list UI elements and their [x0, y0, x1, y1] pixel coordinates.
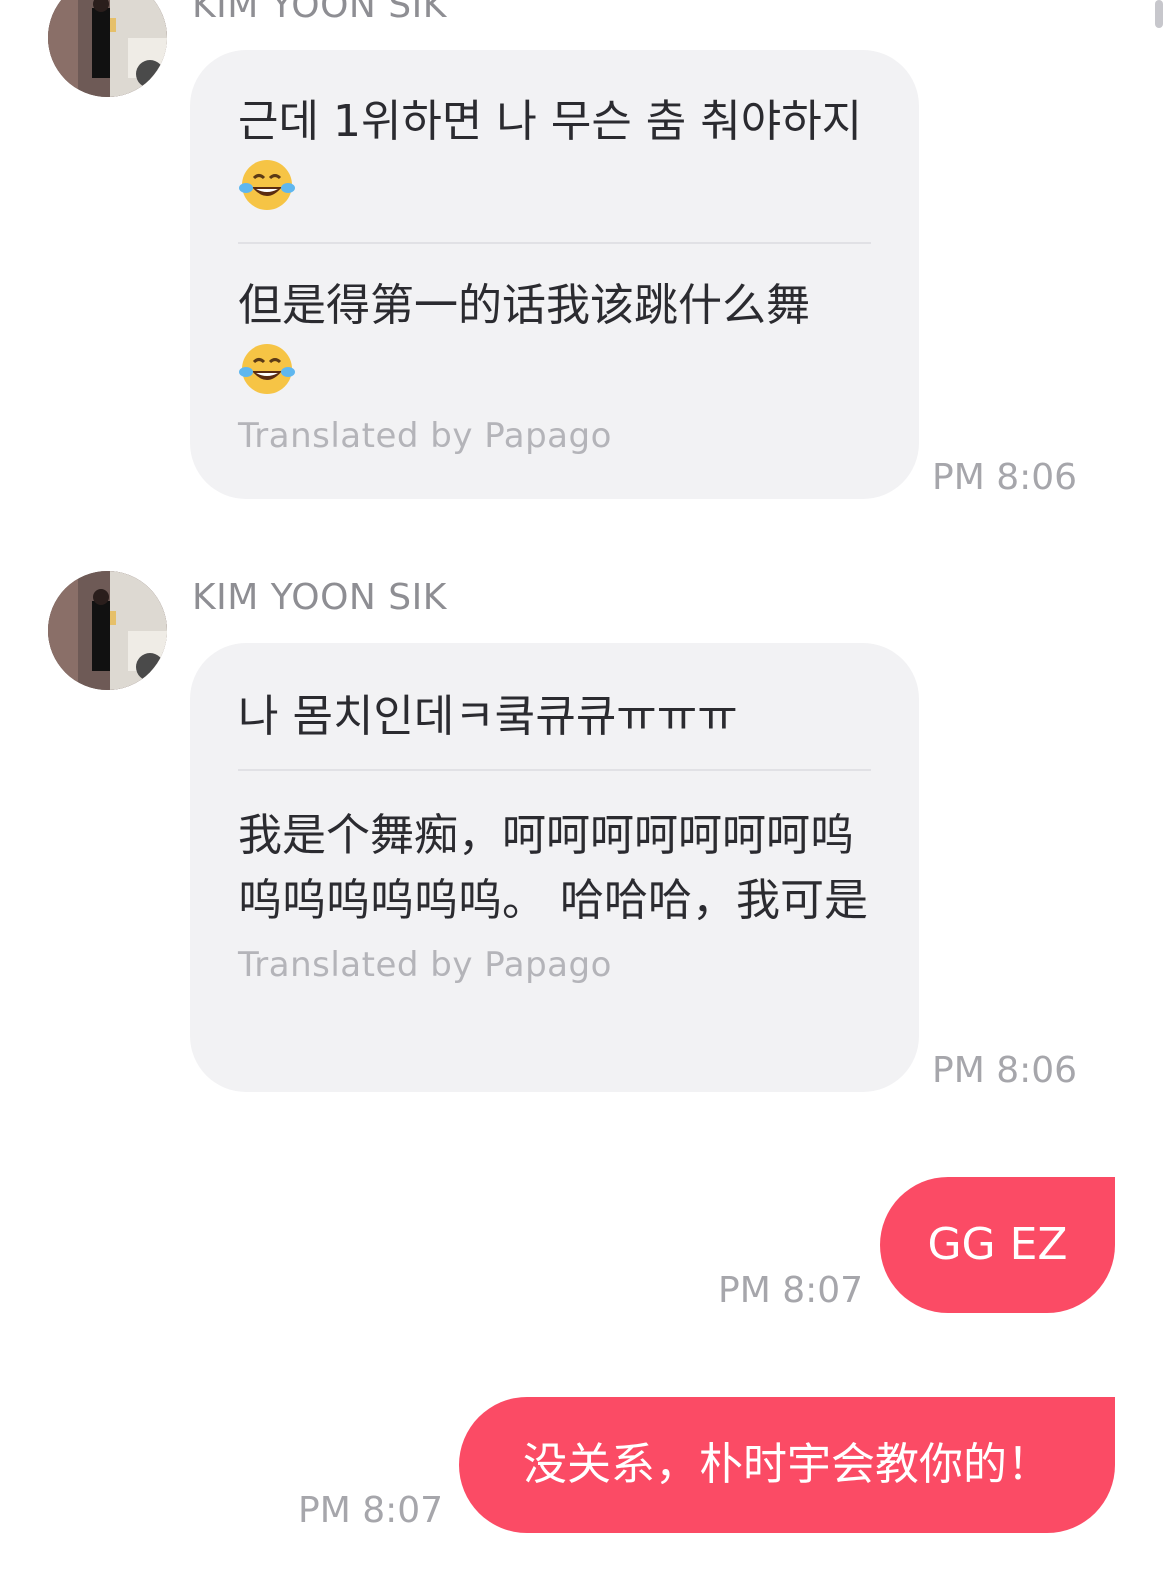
original-message: 근데 1위하면 나 무슨 춤 춰야하지	[238, 50, 871, 242]
translated-by-label: Translated by Papago	[238, 416, 612, 456]
translated-by-label: Translated by Papago	[238, 945, 612, 985]
sender-avatar[interactable]	[48, 0, 167, 97]
message-timestamp: PM 8:06	[932, 1050, 1078, 1091]
message-bubble-outgoing[interactable]: GG EZ	[880, 1177, 1115, 1313]
face-with-tears-of-joy-icon	[239, 344, 295, 394]
original-text: 나 몸치인데ㅋ쿸큐큐ㅠㅠㅠ	[238, 691, 738, 742]
face-with-tears-of-joy-icon	[239, 160, 295, 210]
original-text: 근데 1위하면 나 무슨 춤 춰야하지	[238, 96, 863, 147]
sender-name: KIM YOON SIK	[192, 577, 447, 618]
scrollbar[interactable]	[1155, 0, 1163, 28]
original-message: 나 몸치인데ㅋ쿸큐큐ㅠㅠㅠ	[238, 643, 871, 769]
message-timestamp: PM 8:07	[718, 1270, 864, 1311]
translated-text: 我是个舞痴，呵呵呵呵呵呵呵呜呜呜呜呜呜呜。 哈哈哈，我可是	[238, 810, 868, 926]
message-timestamp: PM 8:06	[932, 457, 1078, 498]
translated-message: 但是得第一的话我该跳什么舞	[238, 244, 871, 404]
message-bubble-incoming[interactable]: 나 몸치인데ㅋ쿸큐큐ㅠㅠㅠ 我是个舞痴，呵呵呵呵呵呵呵呜呜呜呜呜呜呜。 哈哈哈，…	[190, 643, 919, 1092]
sender-avatar[interactable]	[48, 571, 167, 690]
outgoing-text: GG EZ	[927, 1219, 1068, 1270]
translated-message: 我是个舞痴，呵呵呵呵呵呵呵呜呜呜呜呜呜呜。 哈哈哈，我可是	[238, 771, 871, 933]
message-bubble-outgoing[interactable]: 没关系，朴时宇会教你的！	[459, 1397, 1115, 1533]
sender-name: KIM YOON SIK	[192, 0, 447, 26]
message-timestamp: PM 8:07	[298, 1490, 444, 1531]
outgoing-text: 没关系，朴时宇会教你的！	[523, 1439, 1051, 1490]
message-bubble-incoming[interactable]: 근데 1위하면 나 무슨 춤 춰야하지 但是得第一的话我该跳什么舞 Transl…	[190, 50, 919, 499]
translated-text: 但是得第一的话我该跳什么舞	[238, 280, 810, 331]
